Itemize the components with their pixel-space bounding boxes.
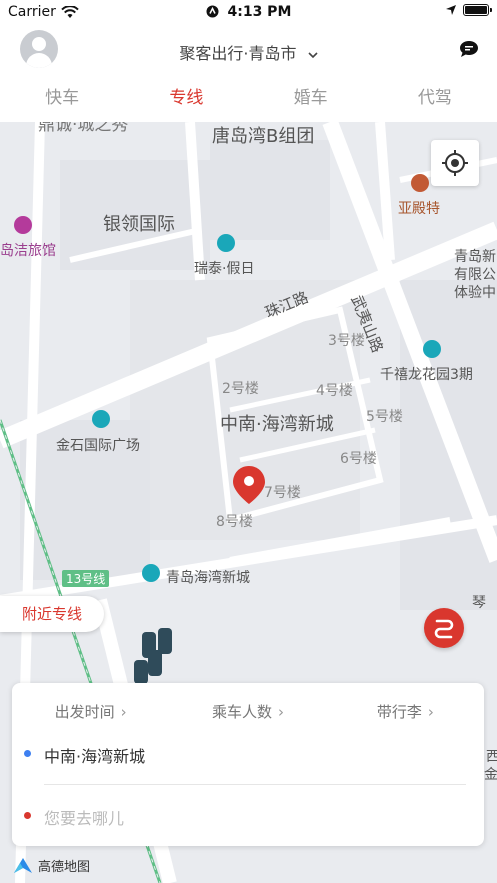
- chevron-right-icon: ›: [427, 703, 434, 721]
- service-tabs: 快车 专线 婚车 代驾: [0, 74, 497, 122]
- divider: [44, 784, 466, 785]
- poi-icon-qdhaiwan: [142, 564, 160, 582]
- origin-text: 中南·海湾新城: [44, 747, 146, 766]
- destination-placeholder: 您要去哪儿: [44, 809, 125, 828]
- app-header: 聚客出行·青岛市: [0, 26, 497, 74]
- origin-dot: [24, 750, 31, 757]
- tab-hunche[interactable]: 婚车: [249, 74, 373, 122]
- map-label-bld5: 5号楼: [366, 409, 403, 425]
- tab-kuaiche[interactable]: 快车: [0, 74, 124, 122]
- map-label-bld3: 3号楼: [328, 333, 365, 349]
- map-label-qianxi: 千禧龙花园3期: [380, 367, 473, 383]
- poi-icon-jinshi: [92, 410, 110, 428]
- time-label: 4:13 PM: [227, 4, 292, 20]
- chevron-down-icon: [308, 52, 318, 59]
- map-label-ruitai: 瑞泰·假日: [194, 261, 255, 277]
- status-time: 4:13 PM: [0, 4, 497, 20]
- poi-icon-jiejie: [14, 216, 32, 234]
- nearby-lines-button[interactable]: 附近专线: [0, 596, 104, 632]
- passenger-count-option[interactable]: 乘车人数 ›: [169, 701, 326, 723]
- amap-logo-text: 高德地图: [38, 860, 91, 875]
- map-label-line13: 13号线: [62, 570, 110, 587]
- tab-zhuanxian[interactable]: 专线: [124, 74, 248, 122]
- luggage-option[interactable]: 带行李 ›: [327, 701, 484, 723]
- destination-dot: [24, 812, 31, 819]
- map-label-bld6: 6号楼: [340, 451, 377, 467]
- luggage-label: 带行李: [376, 703, 422, 721]
- map-label-jinshi: 金石国际广场: [56, 438, 140, 454]
- map-label-tangdaowan: 唐岛湾B组团: [212, 126, 315, 147]
- status-right: [445, 4, 492, 16]
- map-label-qingdao-xin: 青岛新: [454, 249, 496, 265]
- city-select[interactable]: 聚客出行·青岛市: [0, 40, 497, 64]
- departure-time-option[interactable]: 出发时间 ›: [12, 701, 169, 723]
- locate-button[interactable]: [431, 140, 479, 186]
- departure-time-label: 出发时间: [54, 703, 115, 721]
- map-label-bld8: 8号楼: [216, 514, 253, 530]
- chevron-right-icon: ›: [278, 703, 284, 721]
- map-label-zhongnan: 中南·海湾新城: [220, 414, 334, 435]
- passenger-count-label: 乘车人数: [211, 703, 272, 721]
- trip-options: 出发时间 › 乘车人数 › 带行李 ›: [12, 701, 484, 723]
- route-button[interactable]: [424, 608, 464, 648]
- poi-icon-yindian: [411, 174, 429, 192]
- city-select-label: 聚客出行·青岛市: [179, 44, 297, 63]
- route-icon: [434, 619, 454, 639]
- map-label-bld7: 7号楼: [264, 485, 301, 501]
- map-label-jiejie: 岛洁旅馆: [0, 243, 56, 259]
- map-provider-logo: 高德地图: [12, 856, 90, 875]
- map-label-youxian: 有限公: [454, 267, 496, 283]
- map-label-qdhaiwan: 青岛海湾新城: [166, 570, 250, 586]
- map-label-bld2: 2号楼: [222, 381, 259, 397]
- amap-logo-icon: [14, 857, 32, 873]
- booking-card: 出发时间 › 乘车人数 › 带行李 › 中南·海湾新城 您要去哪儿: [12, 683, 484, 846]
- map-label-yinling: 银领国际: [103, 214, 175, 235]
- location-arrow-icon: [446, 5, 456, 15]
- map-label-jin: 金: [484, 767, 497, 783]
- tab-daijia[interactable]: 代驾: [373, 74, 497, 122]
- map-label-qin: 琴: [472, 595, 486, 611]
- destination-field[interactable]: 您要去哪儿: [24, 801, 468, 831]
- locate-icon: [442, 150, 468, 176]
- orientation-lock-icon: [206, 5, 219, 18]
- map-label-top-partial: 鼎诚·城之秀: [38, 122, 129, 135]
- map-label-yindian: 亚殿特: [398, 201, 440, 217]
- map-label-tiyan: 体验中: [454, 285, 496, 301]
- status-bar: Carrier 4:13 PM: [0, 0, 497, 26]
- message-icon[interactable]: [459, 40, 479, 58]
- origin-field[interactable]: 中南·海湾新城: [24, 739, 468, 769]
- poi-icon-qianxi: [423, 340, 441, 358]
- map-label-bld4: 4号楼: [316, 383, 353, 399]
- map-label-xi: 西: [486, 749, 497, 765]
- poi-icon-ruitai: [217, 234, 235, 252]
- battery-icon: [463, 4, 492, 16]
- chevron-right-icon: ›: [120, 703, 127, 721]
